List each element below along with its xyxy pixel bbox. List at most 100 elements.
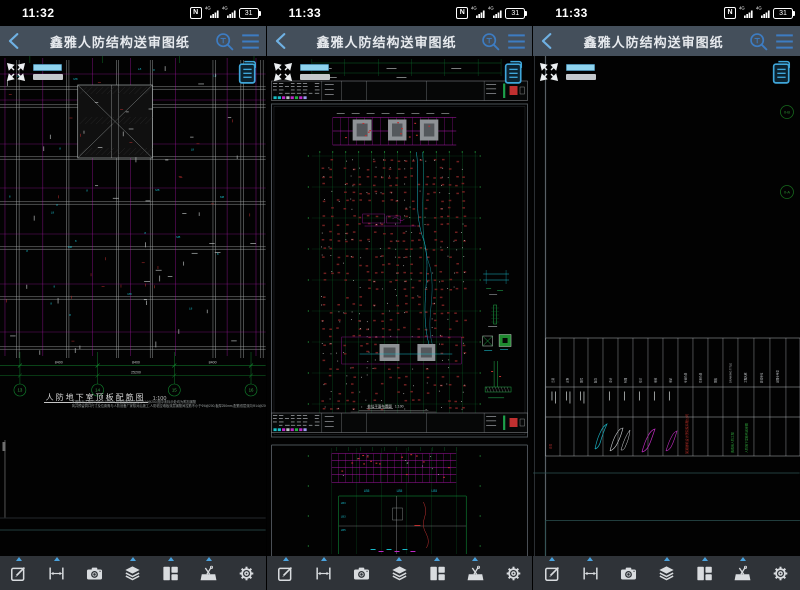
svg-text:专业负责: 专业负责 — [684, 372, 688, 383]
caret-up-icon — [472, 557, 478, 561]
svg-text:16: 16 — [249, 388, 254, 393]
svg-text:LB5: LB5 — [363, 489, 369, 493]
caret-up-icon — [740, 557, 746, 561]
app-header: 鑫雅人防结构送审图纸 — [533, 26, 800, 56]
status-bar: 11:32 N 4G 4G 31 — [0, 0, 266, 26]
svg-text:某某建筑设计研究院有限公司: 某某建筑设计研究院有限公司 — [684, 414, 689, 454]
search-icon[interactable] — [480, 31, 501, 52]
svg-text:0-A: 0-A — [784, 190, 790, 194]
search-icon[interactable] — [214, 31, 235, 52]
annotations-button[interactable] — [502, 59, 527, 86]
svg-text:M8: M8 — [73, 77, 77, 81]
layout-tool-button[interactable] — [690, 556, 720, 590]
phone-screen-1: 11:32 N 4G 4G 31 鑫雅人防结构送审图纸 M88L88M88L88… — [0, 0, 267, 590]
caret-up-icon — [130, 557, 136, 561]
measure-tool-button[interactable] — [42, 556, 72, 590]
caret-up-icon — [434, 557, 440, 561]
svg-text:8400: 8400 — [209, 361, 217, 365]
cad-drawing-slab-plan: M88L88M88L88M88L88M88L88M88L88M88L888400… — [0, 56, 266, 556]
back-icon[interactable] — [537, 30, 559, 52]
page-title: 鑫雅人防结构送审图纸 — [559, 32, 748, 51]
back-icon[interactable] — [271, 30, 293, 52]
measure-tool-button[interactable] — [575, 556, 605, 590]
svg-text:8: 8 — [69, 313, 71, 317]
svg-text:建设单位: 建设单位 — [760, 372, 764, 383]
caret-up-icon — [664, 557, 670, 561]
cad-viewport[interactable]: 0-B0-A日期比例图号版次设计制图校对审核审定专业负责项目负责图名DRAWIN… — [533, 56, 800, 556]
status-icons: N 4G 4G 31 — [456, 7, 525, 19]
cad-viewport[interactable]: M88L88M88L88M88L88M88L88M88L88M88L888400… — [0, 56, 266, 556]
nfc-icon: N — [724, 7, 736, 19]
layout-tool-button[interactable] — [422, 556, 452, 590]
svg-text:LB5: LB5 — [431, 489, 437, 493]
triple-screenshot-strip: 11:32 N 4G 4G 31 鑫雅人防结构送审图纸 M88L88M88L88… — [0, 0, 800, 590]
page-title: 鑫雅人防结构送审图纸 — [26, 32, 214, 51]
toolbox-tool-button[interactable] — [460, 556, 490, 590]
nfc-icon: N — [190, 7, 202, 19]
svg-text:8400: 8400 — [55, 361, 63, 365]
cad-viewport[interactable]: LB5LB5LB5LB3LB3LB5 桩位平面布置图1:100 — [267, 56, 533, 556]
toolbox-tool-button[interactable] — [194, 556, 224, 590]
phone-screen-2: 11:33 N 4G 4G 31 鑫雅人防结构送审图纸 LB5LB5LB5LB3… — [267, 0, 534, 590]
status-bar: 11:33 N 4G 4G 31 — [533, 0, 800, 26]
caret-up-icon — [587, 557, 593, 561]
gray-pill-toggle[interactable] — [566, 74, 596, 80]
svg-text:M8: M8 — [220, 195, 224, 199]
drawing-caption: 桩位平面布置图1:100 — [326, 404, 444, 409]
settings-tool-button[interactable] — [498, 556, 528, 590]
blue-pill-toggle[interactable] — [300, 64, 329, 71]
camera-tool-button[interactable] — [347, 556, 377, 590]
camera-tool-button[interactable] — [80, 556, 110, 590]
gray-pill-toggle[interactable] — [33, 74, 63, 80]
app-header: 鑫雅人防结构送审图纸 — [0, 26, 266, 56]
clock: 11:33 — [289, 6, 322, 20]
clock: 11:33 — [555, 6, 588, 20]
blue-pill-toggle[interactable] — [566, 64, 595, 71]
edit-tool-button[interactable] — [537, 556, 567, 590]
svg-text:L8: L8 — [213, 74, 217, 78]
camera-tool-button[interactable] — [614, 556, 644, 590]
toolbox-tool-button[interactable] — [728, 556, 758, 590]
menu-icon[interactable] — [774, 31, 795, 52]
svg-text:0-B: 0-B — [784, 110, 790, 114]
settings-tool-button[interactable] — [766, 556, 796, 590]
edit-tool-button[interactable] — [4, 556, 34, 590]
bottom-toolbar — [533, 556, 800, 590]
fullscreen-button[interactable] — [538, 61, 560, 83]
status-icons: N 4G 4G 31 — [724, 7, 793, 19]
caret-up-icon — [396, 557, 402, 561]
layout-tool-button[interactable] — [156, 556, 186, 590]
menu-icon[interactable] — [506, 31, 527, 52]
svg-text:人防地下室结构送审图: 人防地下室结构送审图 — [744, 423, 749, 453]
svg-text:校对: 校对 — [639, 377, 643, 383]
cad-drawing-pile-plan: LB5LB5LB5LB3LB3LB5 — [267, 56, 533, 556]
caret-up-icon — [168, 557, 174, 561]
edit-tool-button[interactable] — [271, 556, 301, 590]
search-icon[interactable] — [748, 31, 769, 52]
caret-up-icon — [702, 557, 708, 561]
blue-pill-toggle[interactable] — [33, 64, 62, 71]
svg-text:L8: L8 — [189, 306, 193, 310]
menu-icon[interactable] — [240, 31, 261, 52]
svg-text:工程名称: 工程名称 — [744, 372, 748, 383]
layers-tool-button[interactable] — [118, 556, 148, 590]
battery-icon: 31 — [239, 8, 259, 19]
caret-up-icon — [16, 557, 22, 561]
gray-pill-toggle[interactable] — [300, 74, 330, 80]
svg-text:M8: M8 — [68, 245, 72, 249]
svg-text:LB5: LB5 — [396, 489, 402, 493]
signal-icon-sim2: 4G — [488, 7, 502, 19]
back-icon[interactable] — [4, 30, 26, 52]
annotations-button[interactable] — [770, 59, 795, 86]
settings-tool-button[interactable] — [232, 556, 262, 590]
caret-up-icon — [549, 557, 555, 561]
measure-tool-button[interactable] — [309, 556, 339, 590]
svg-text:比例: 比例 — [566, 377, 570, 383]
signal-icon-sim1: 4G — [205, 7, 219, 19]
fullscreen-button[interactable] — [272, 61, 294, 83]
layers-tool-button[interactable] — [384, 556, 414, 590]
layers-tool-button[interactable] — [652, 556, 682, 590]
fullscreen-button[interactable] — [5, 61, 27, 83]
annotations-button[interactable] — [236, 59, 261, 86]
svg-text:审核: 审核 — [654, 377, 658, 383]
